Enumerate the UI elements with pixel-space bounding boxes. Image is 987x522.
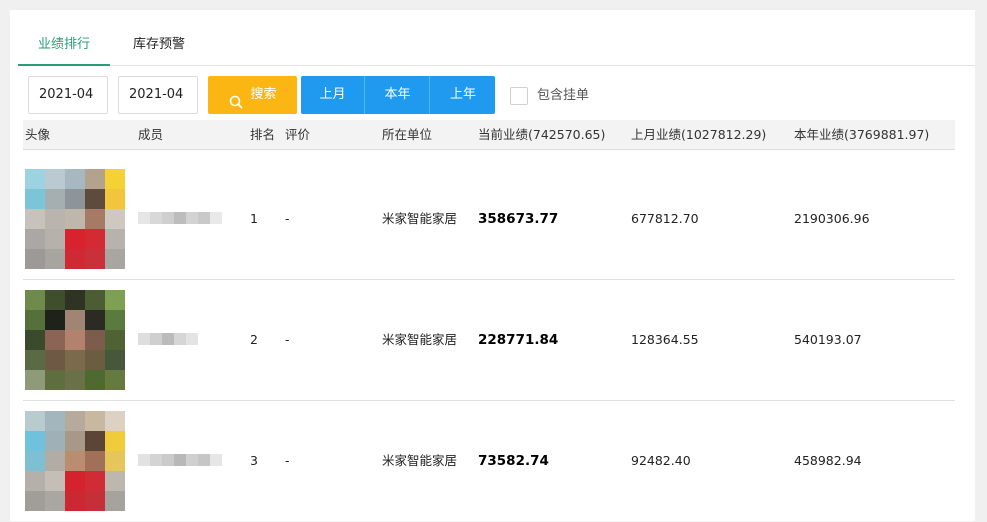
this-year-performance-cell: 540193.07	[794, 332, 862, 347]
table-header: 头像 成员 排名 评价 所在单位 当前业绩(742570.65) 上月业绩(10…	[23, 120, 955, 150]
avatar	[25, 290, 125, 390]
header-current-performance: 当前业绩(742570.65)	[478, 127, 606, 142]
filter-toolbar: 2021-04 2021-04 搜索 上月 本年 上年 包含挂单	[28, 76, 968, 114]
tab-inventory-warning[interactable]: 库存预警	[113, 30, 205, 66]
include-pending-checkbox[interactable]	[510, 87, 528, 105]
rank-cell: 3	[250, 453, 258, 468]
include-pending-label: 包含挂单	[537, 88, 590, 103]
rating-cell: -	[285, 332, 290, 347]
rating-cell: -	[285, 211, 290, 226]
header-avatar: 头像	[25, 127, 51, 142]
tab-bar: 业绩排行 库存预警	[18, 30, 975, 66]
this-year-performance-cell: 2190306.96	[794, 211, 870, 226]
avatar	[25, 411, 125, 511]
rating-cell: -	[285, 453, 290, 468]
last-month-performance-cell: 677812.70	[631, 211, 699, 226]
table-row: 1 - 米家智能家居 358673.77 677812.70 2190306.9…	[23, 159, 955, 280]
last-month-performance-cell: 92482.40	[631, 453, 691, 468]
end-month-input[interactable]: 2021-04	[118, 76, 198, 114]
unit-cell: 米家智能家居	[382, 211, 458, 226]
avatar	[25, 169, 125, 269]
current-performance-cell: 73582.74	[478, 453, 549, 469]
period-button-group: 上月 本年 上年	[301, 76, 495, 114]
search-button[interactable]: 搜索	[208, 76, 297, 114]
unit-cell: 米家智能家居	[382, 453, 458, 468]
unit-cell: 米家智能家居	[382, 332, 458, 347]
member-name-redacted	[138, 452, 223, 468]
member-name-redacted	[138, 331, 223, 347]
header-last-month-performance: 上月业绩(1027812.29)	[631, 127, 767, 142]
rank-cell: 1	[250, 211, 258, 226]
search-icon	[228, 87, 246, 108]
tab-performance-ranking[interactable]: 业绩排行	[18, 30, 111, 66]
rank-cell: 2	[250, 332, 258, 347]
last-month-button[interactable]: 上月	[301, 76, 365, 114]
this-year-performance-cell: 458982.94	[794, 453, 862, 468]
header-unit: 所在单位	[382, 127, 433, 142]
header-rating: 评价	[285, 127, 311, 142]
last-year-button[interactable]: 上年	[431, 76, 495, 114]
table-row: 2 - 米家智能家居 228771.84 128364.55 540193.07	[23, 280, 955, 401]
table-row: 3 - 米家智能家居 73582.74 92482.40 458982.94	[23, 401, 955, 522]
last-month-performance-cell: 128364.55	[631, 332, 699, 347]
header-this-year-performance: 本年业绩(3769881.97)	[794, 127, 930, 142]
start-month-input[interactable]: 2021-04	[28, 76, 108, 114]
current-performance-cell: 358673.77	[478, 211, 559, 227]
this-year-button[interactable]: 本年	[366, 76, 430, 114]
header-rank: 排名	[250, 127, 276, 142]
search-button-label: 搜索	[250, 87, 277, 102]
header-member: 成员	[138, 127, 164, 142]
member-name-redacted	[138, 210, 223, 226]
current-performance-cell: 228771.84	[478, 332, 559, 348]
